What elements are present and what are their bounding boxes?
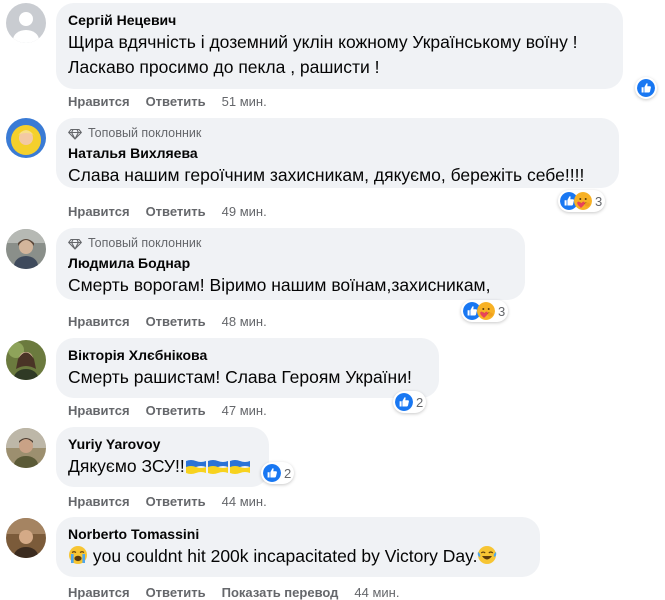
comment-author[interactable]: Norberto Tomassini	[68, 525, 528, 544]
ukraine-flag-icon	[207, 459, 229, 475]
like-button[interactable]: Нравится	[68, 314, 130, 329]
reply-button[interactable]: Ответить	[146, 494, 206, 509]
comment-timestamp[interactable]: 48 мин.	[222, 314, 267, 329]
care-icon	[477, 302, 495, 320]
crying-face-icon	[68, 545, 88, 565]
reaction-summary[interactable]	[635, 77, 657, 99]
avatar[interactable]	[6, 340, 46, 380]
reaction-count: 2	[284, 465, 292, 481]
comment-timestamp[interactable]: 47 мин.	[222, 403, 267, 418]
like-button[interactable]: Нравится	[68, 494, 130, 509]
like-button[interactable]: Нравится	[68, 585, 130, 600]
comment-bubble: Вікторія Хлєбнікова Смерть рашистам! Сла…	[56, 338, 439, 398]
reply-button[interactable]: Ответить	[146, 403, 206, 418]
care-icon	[574, 192, 592, 210]
reaction-summary[interactable]: 2	[393, 391, 427, 413]
comment-actions: Нравится Ответить 51 мин.	[68, 94, 267, 109]
comment-author[interactable]: Людмила Боднар	[68, 254, 513, 273]
comment-timestamp[interactable]: 49 мин.	[222, 204, 267, 219]
top-fan-badge: Топовый поклонник	[68, 235, 513, 252]
reply-button[interactable]: Ответить	[146, 94, 206, 109]
reaction-count: 2	[416, 394, 424, 410]
diamond-icon	[68, 127, 82, 141]
reaction-summary[interactable]: 3	[558, 190, 606, 212]
comment-timestamp[interactable]: 44 мин.	[354, 585, 399, 600]
like-icon	[637, 79, 655, 97]
avatar[interactable]	[6, 428, 46, 468]
reply-button[interactable]: Ответить	[146, 585, 206, 600]
like-button[interactable]: Нравится	[68, 204, 130, 219]
comment-bubble: Топовый поклонник Наталья Вихляева Слава…	[56, 118, 619, 188]
like-button[interactable]: Нравится	[68, 403, 130, 418]
comment-text-line: you couldnt hit 200k incapacitated by Vi…	[68, 544, 528, 569]
comment-text-line: Дякуємо ЗСУ!!	[68, 454, 257, 479]
comment-text-line: Щира вдячність і доземний уклін кожному …	[68, 32, 578, 52]
reaction-summary[interactable]: 2	[261, 462, 295, 484]
ukraine-flag-icon	[185, 459, 207, 475]
comment-timestamp[interactable]: 51 мин.	[222, 94, 267, 109]
comment-text-line: Слава нашим героїчним захисникам, дякуєм…	[68, 165, 585, 185]
reaction-count: 3	[498, 303, 506, 319]
comment-bubble: Сергій Нецевич Щира вдячність і доземний…	[56, 3, 623, 89]
comment-actions: Нравится Ответить 44 мин.	[68, 494, 267, 509]
comment-timestamp[interactable]: 44 мин.	[222, 494, 267, 509]
avatar[interactable]	[6, 118, 46, 158]
reply-button[interactable]: Ответить	[146, 204, 206, 219]
top-fan-badge: Топовый поклонник	[68, 125, 607, 142]
comment-bubble: Yuriy Yarovoy Дякуємо ЗСУ!!	[56, 427, 269, 487]
comment-author[interactable]: Наталья Вихляева	[68, 144, 607, 163]
comment-author[interactable]: Yuriy Yarovoy	[68, 435, 257, 454]
comment-text-line: Смерть ворогам! Віримо нашим воїнам,захи…	[68, 275, 491, 295]
comment-text-line: Смерть рашистам! Слава Героям України!	[68, 367, 412, 387]
comment-actions: Нравится Ответить 49 мин.	[68, 204, 267, 219]
comment-text: Дякуємо ЗСУ!!	[68, 456, 185, 476]
avatar[interactable]	[6, 518, 46, 558]
comment-actions: Нравится Ответить 48 мин.	[68, 314, 267, 329]
like-icon	[263, 464, 281, 482]
comment-author[interactable]: Вікторія Хлєбнікова	[68, 346, 427, 365]
reaction-count: 3	[595, 193, 603, 209]
badge-label: Топовый поклонник	[88, 126, 202, 140]
translate-button[interactable]: Показать перевод	[222, 585, 339, 600]
ukraine-flag-icon	[229, 459, 251, 475]
comment-actions: Нравится Ответить Показать перевод 44 ми…	[68, 585, 399, 600]
comment-actions: Нравится Ответить 47 мин.	[68, 403, 267, 418]
reaction-summary[interactable]: 3	[461, 300, 509, 322]
badge-label: Топовый поклонник	[88, 236, 202, 250]
like-icon	[395, 393, 413, 411]
diamond-icon	[68, 237, 82, 251]
comment-author[interactable]: Сергій Нецевич	[68, 11, 611, 30]
tears-of-joy-icon	[477, 545, 497, 565]
like-button[interactable]: Нравится	[68, 94, 130, 109]
avatar[interactable]	[6, 229, 46, 269]
comment-bubble: Топовый поклонник Людмила Боднар Смерть …	[56, 228, 525, 300]
reply-button[interactable]: Ответить	[146, 314, 206, 329]
comment-text: you couldnt hit 200k incapacitated by Vi…	[92, 546, 478, 566]
comment-text-line: Ласкаво просимо до пекла , рашисти !	[68, 57, 380, 77]
comment-bubble: Norberto Tomassini you couldnt hit 200k …	[56, 517, 540, 577]
avatar[interactable]	[6, 3, 46, 43]
